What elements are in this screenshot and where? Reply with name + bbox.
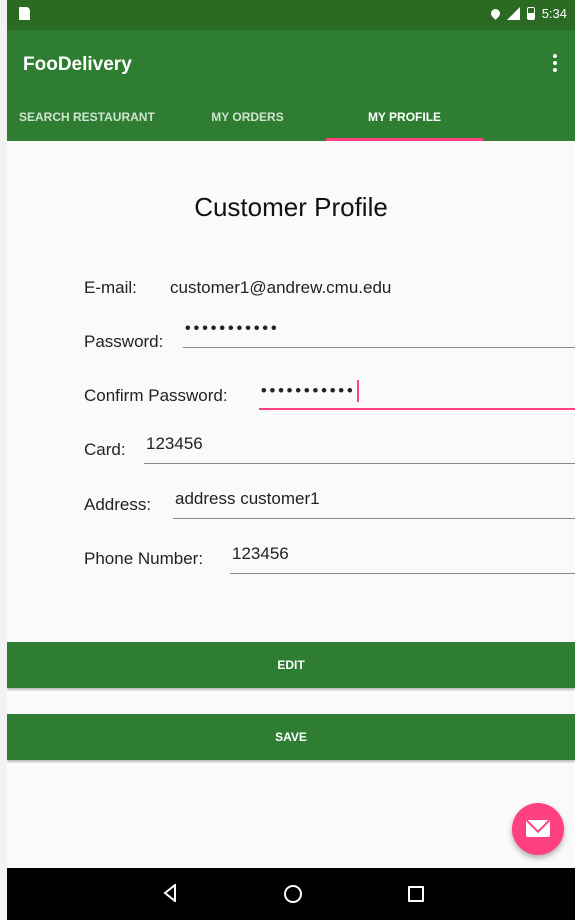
tab-my-profile[interactable]: MY PROFILE bbox=[326, 98, 483, 141]
save-button[interactable]: SAVE bbox=[7, 714, 575, 760]
confirm-password-value: ••••••••••• bbox=[261, 382, 356, 400]
status-time: 5:34 bbox=[541, 6, 567, 21]
location-icon bbox=[488, 7, 502, 20]
back-icon[interactable] bbox=[163, 884, 176, 902]
app-screen: 5:34 FooDelivery SEARCH RESTAURANT MY OR… bbox=[7, 0, 575, 920]
password-label: Password: bbox=[84, 332, 164, 351]
address-field[interactable]: address customer1 bbox=[173, 489, 575, 519]
tab-my-orders[interactable]: MY ORDERS bbox=[169, 98, 326, 141]
home-icon[interactable] bbox=[284, 885, 302, 903]
email-value: customer1@andrew.cmu.edu bbox=[170, 278, 392, 297]
system-navigation-bar bbox=[7, 868, 575, 920]
address-label: Address: bbox=[84, 495, 152, 514]
address-value: address customer1 bbox=[175, 489, 320, 508]
status-bar: 5:34 bbox=[7, 0, 575, 30]
phone-number-value: 123456 bbox=[232, 544, 289, 563]
app-title: FooDelivery bbox=[23, 54, 132, 75]
phone-number-field[interactable]: 123456 bbox=[230, 544, 575, 574]
password-value: ••••••••••• bbox=[185, 320, 280, 337]
page-title: Customer Profile bbox=[194, 192, 388, 222]
card-field[interactable]: 123456 bbox=[144, 434, 575, 464]
text-cursor bbox=[356, 380, 359, 402]
battery-icon bbox=[526, 7, 535, 20]
app-bar: FooDelivery bbox=[7, 30, 575, 98]
password-field[interactable]: ••••••••••• bbox=[183, 318, 575, 348]
recents-icon[interactable] bbox=[408, 886, 424, 902]
email-fab-button[interactable] bbox=[512, 803, 564, 855]
card-value: 123456 bbox=[146, 434, 203, 453]
phone-number-label: Phone Number: bbox=[84, 549, 204, 568]
tab-bar: SEARCH RESTAURANT MY ORDERS MY PROFILE bbox=[7, 98, 575, 141]
email-label: E-mail: bbox=[84, 278, 137, 297]
edit-button[interactable]: EDIT bbox=[7, 642, 575, 688]
tab-search-restaurant[interactable]: SEARCH RESTAURANT bbox=[7, 98, 169, 141]
confirm-password-label: Confirm Password: bbox=[84, 386, 228, 405]
signal-icon bbox=[506, 7, 520, 20]
confirm-password-field[interactable]: ••••••••••• bbox=[259, 380, 575, 410]
sd-card-icon bbox=[19, 7, 30, 20]
status-icons: 5:34 bbox=[488, 6, 567, 21]
mail-icon bbox=[526, 820, 550, 837]
card-label: Card: bbox=[84, 440, 126, 459]
more-options-icon[interactable] bbox=[553, 54, 557, 72]
